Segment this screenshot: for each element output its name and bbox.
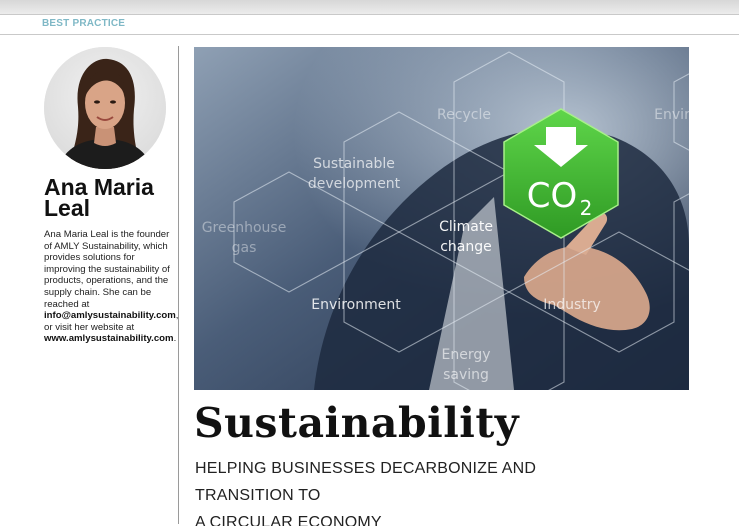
author-email-link[interactable]: info@amlysustainability.com bbox=[44, 310, 176, 321]
column-divider bbox=[178, 46, 179, 524]
hero-image: Recycle Envir Sustainable development Gr… bbox=[194, 47, 689, 390]
label-greenhouse-1: Greenhouse bbox=[202, 220, 287, 236]
author-bio-end: . bbox=[173, 333, 177, 345]
co2-concept-image: Recycle Envir Sustainable development Gr… bbox=[194, 47, 689, 390]
author-name: Ana Maria Leal bbox=[44, 174, 154, 221]
article-title: Sustainability bbox=[194, 399, 520, 447]
label-climate-2: change bbox=[440, 239, 492, 255]
label-energy-2: saving bbox=[443, 367, 489, 383]
article-subtitle: HELPING BUSINESSES DECARBONIZE AND TRANS… bbox=[195, 455, 615, 526]
article-subtitle-line-1: HELPING BUSINESSES DECARBONIZE AND TRANS… bbox=[195, 460, 537, 504]
label-sustainable-1: Sustainable bbox=[313, 156, 395, 172]
author-bio: Ana Maria Leal is the founder of AMLY Su… bbox=[44, 229, 178, 345]
author-website-link[interactable]: www.amlysustainability.com bbox=[44, 333, 174, 344]
section-label: BEST PRACTICE bbox=[42, 18, 126, 29]
co2-subscript: 2 bbox=[580, 196, 593, 220]
label-sustainable-2: development bbox=[308, 176, 401, 192]
label-energy-1: Energy bbox=[441, 347, 490, 363]
article-subtitle-line-2: A CIRCULAR ECONOMY bbox=[195, 514, 382, 526]
label-environment: Environment bbox=[311, 297, 401, 313]
label-recycle: Recycle bbox=[437, 107, 491, 123]
label-climate-1: Climate bbox=[439, 219, 493, 235]
label-envir-partial: Envir bbox=[654, 107, 689, 123]
section-bar: BEST PRACTICE bbox=[0, 14, 739, 35]
author-portrait-icon bbox=[44, 47, 166, 169]
page-top-band bbox=[0, 0, 739, 14]
label-industry: Industry bbox=[543, 297, 601, 313]
label-greenhouse-2: gas bbox=[232, 240, 257, 256]
author-bio-intro: Ana Maria Leal is the founder of AMLY Su… bbox=[44, 229, 170, 310]
co2-label: CO bbox=[527, 176, 578, 216]
author-photo bbox=[44, 47, 166, 169]
